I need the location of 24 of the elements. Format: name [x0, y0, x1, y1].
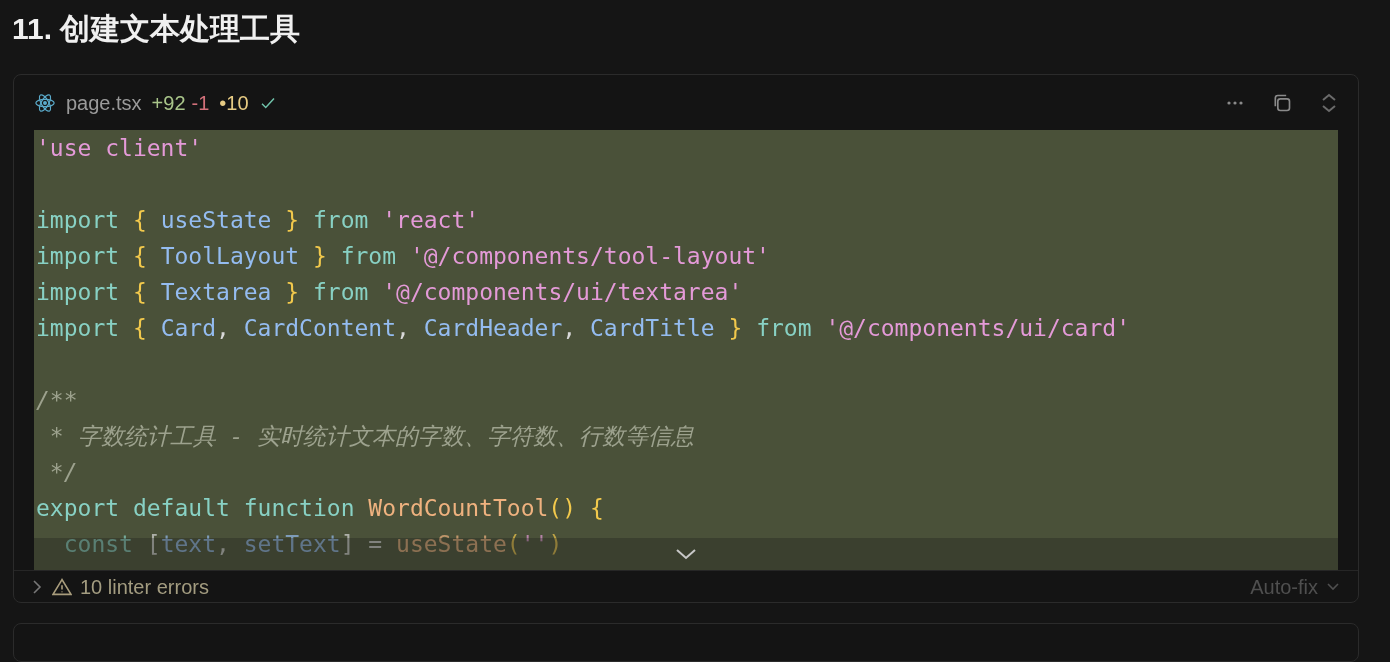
warning-icon [52, 577, 72, 596]
code-line: import { useState } from 'react' [36, 206, 480, 236]
caret-icon [1326, 582, 1340, 592]
lines-added: +92 [151, 90, 186, 116]
code-line: export default function WordCountTool() { [36, 494, 604, 524]
linter-errors-label[interactable]: 10 linter errors [80, 571, 209, 602]
code-line: import { Card, CardContent, CardHeader, CardTitle } from '@/components/ui/card' [36, 314, 1130, 344]
chevron-down-icon[interactable] [675, 548, 697, 561]
change-count: •10 [219, 90, 249, 116]
code-line: const [text, setText] = useState('') [62, 530, 563, 560]
code-line: import { ToolLayout } from '@/components/tool-layout' [36, 242, 770, 272]
code-line: /** [36, 386, 78, 416]
more-icon[interactable] [1226, 99, 1244, 106]
atom-icon [34, 91, 56, 114]
code-line: */ [48, 458, 78, 488]
code-line: import { Textarea } from '@/components/ui/textarea' [36, 278, 743, 308]
lines-removed: -1 [191, 90, 210, 116]
code-line: 'use client' [36, 134, 203, 164]
section-heading: 11. 创建文本处理工具 [12, 11, 301, 47]
code-line: * 字数统计工具 - 实时统计文本的字数、字符数、行数等信息 [48, 422, 695, 452]
file-name: page.tsx [66, 90, 142, 116]
chevron-right-icon[interactable] [32, 578, 42, 595]
expand-collapse-icon[interactable] [1320, 91, 1338, 114]
copy-icon[interactable] [1272, 92, 1292, 113]
